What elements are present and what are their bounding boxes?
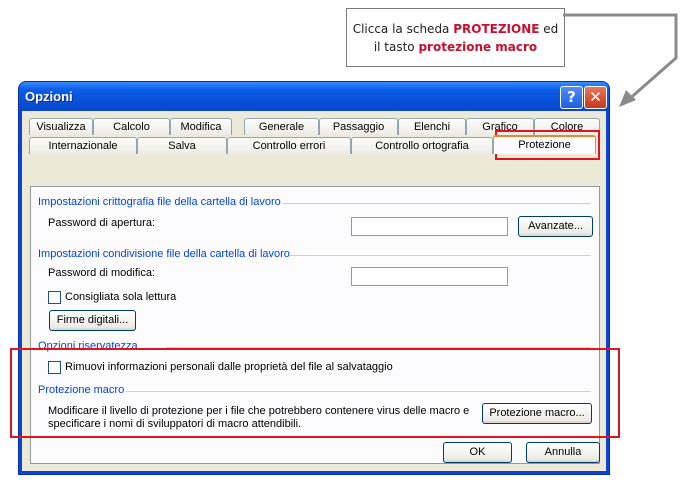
divider (283, 203, 591, 204)
digital-signatures-button[interactable]: Firme digitali... (49, 310, 136, 331)
modify-password-label: Password di modifica: (48, 267, 155, 279)
tab-controllo-errori[interactable]: Controllo errori (227, 137, 351, 154)
tab-visualizza[interactable]: Visualizza (29, 118, 93, 135)
readonly-checkbox[interactable] (48, 291, 61, 304)
modify-password-input[interactable] (351, 267, 508, 286)
tab-modifica[interactable]: Modifica (170, 118, 232, 135)
open-password-input[interactable] (351, 217, 508, 236)
tab-calcolo[interactable]: Calcolo (93, 118, 170, 135)
tab-protezione[interactable]: Protezione (493, 135, 596, 154)
close-button[interactable]: ✕ (584, 86, 607, 109)
tab-controllo-ortografia[interactable]: Controllo ortografia (351, 137, 493, 154)
tab-salva[interactable]: Salva (137, 137, 227, 154)
title-bar[interactable]: Opzioni ? ✕ (19, 82, 609, 111)
tab-generale[interactable]: Generale (244, 118, 319, 135)
help-button[interactable]: ? (560, 86, 583, 109)
window-title: Opzioni (25, 89, 73, 104)
divider (289, 255, 591, 256)
cancel-button[interactable]: Annulla (526, 442, 600, 463)
macro-section-highlight (10, 348, 620, 438)
sharing-section-title: Impostazioni condivisione file della car… (38, 248, 290, 260)
open-password-label: Password di apertura: (48, 217, 155, 229)
encryption-section-title: Impostazioni crittografia file della car… (38, 196, 281, 208)
ok-button[interactable]: OK (443, 442, 512, 463)
tab-elenchi[interactable]: Elenchi (398, 118, 466, 135)
advanced-button[interactable]: Avanzate... (518, 216, 593, 237)
tab-internazionale[interactable]: Internazionale (29, 137, 137, 154)
tab-passaggio[interactable]: Passaggio (319, 118, 398, 135)
readonly-label: Consigliata sola lettura (65, 291, 177, 303)
